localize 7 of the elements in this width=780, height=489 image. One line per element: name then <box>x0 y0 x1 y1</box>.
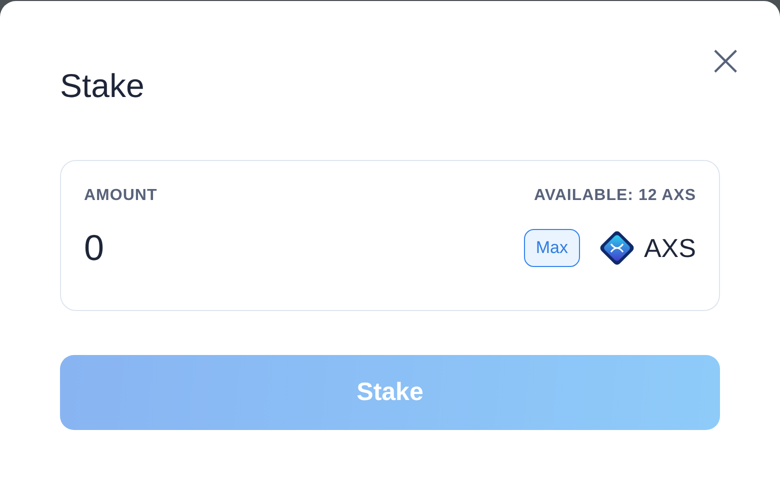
max-button[interactable]: Max <box>524 229 580 267</box>
available-balance: AVAILABLE: 12 AXS <box>534 187 696 205</box>
amount-input[interactable]: 0 <box>84 227 284 269</box>
close-button[interactable]: × <box>703 37 748 85</box>
token-symbol: AXS <box>644 232 696 264</box>
amount-label: AMOUNT <box>84 187 158 205</box>
dialog-title: Stake <box>60 67 144 106</box>
